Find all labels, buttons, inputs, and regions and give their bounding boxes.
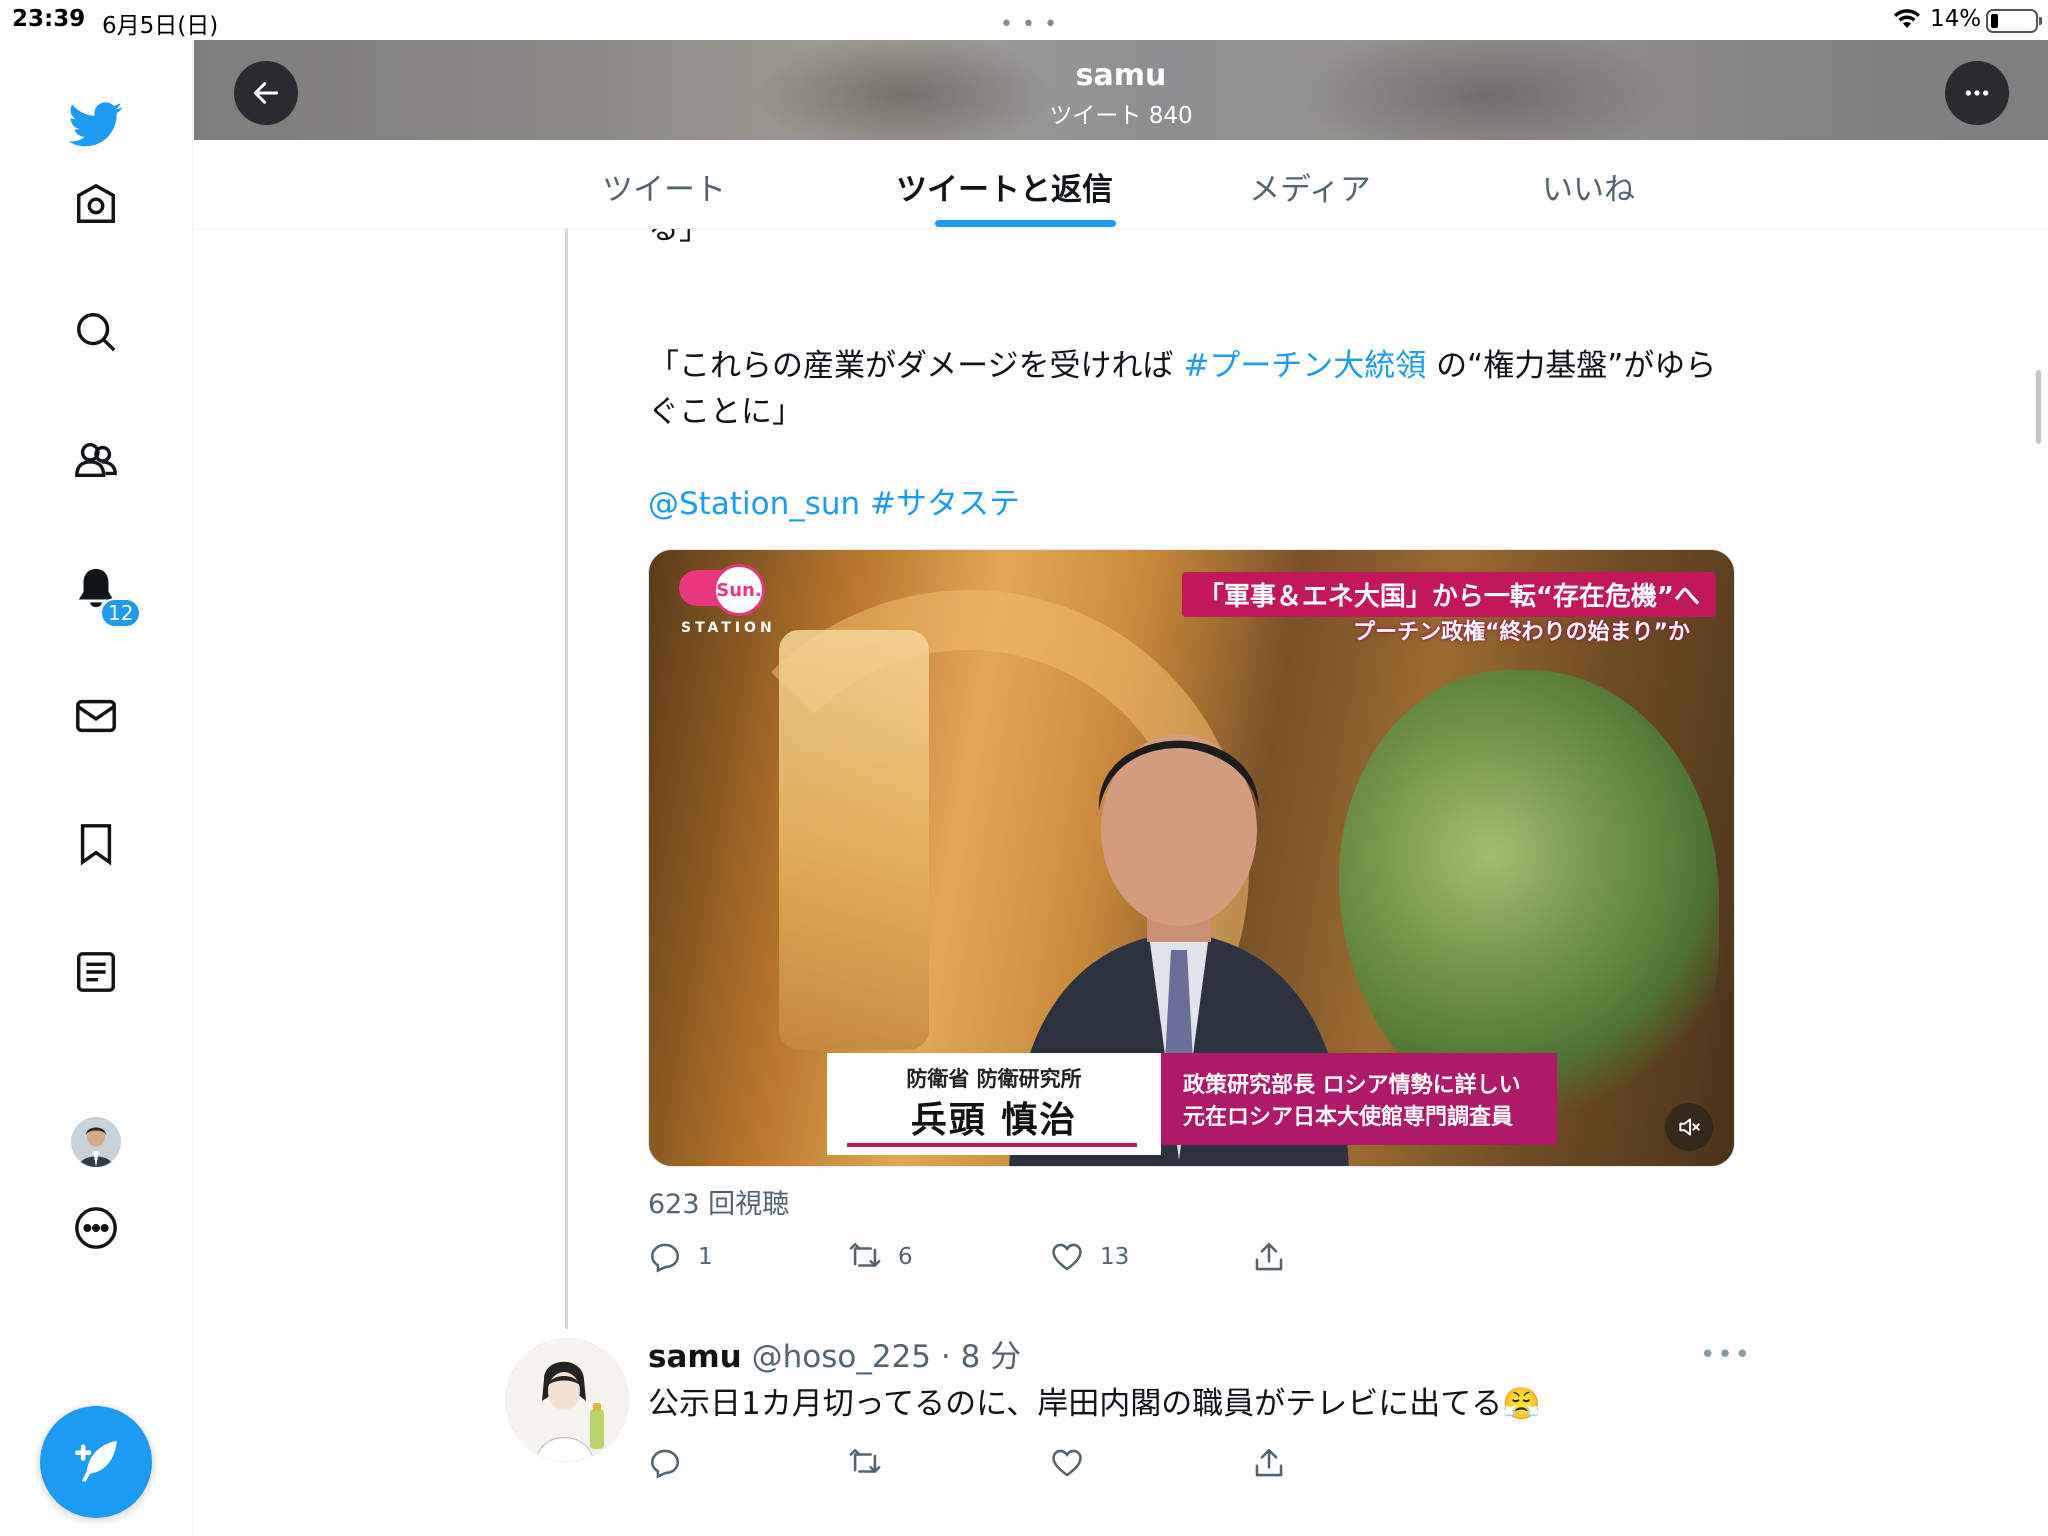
sun-station-logo: Sun. — [679, 564, 769, 616]
reply-icon — [650, 1449, 680, 1479]
reply-count: 1 — [698, 1244, 713, 1270]
speaker-title-caption: 政策研究部長 ロシア情勢に詳しい 元在ロシア日本大使館専門調査員 — [1161, 1053, 1557, 1145]
retweet-count: 6 — [898, 1244, 913, 1270]
wifi-icon — [1894, 9, 1920, 28]
reply-button[interactable]: 1 — [648, 1240, 713, 1274]
profile-tabs: ツイート ツイートと返信 メディア いいね — [194, 140, 2048, 229]
active-tab-indicator — [935, 220, 1116, 227]
share-icon — [1255, 1448, 1283, 1477]
lists-icon[interactable] — [62, 938, 130, 1006]
more-options-icon[interactable] — [62, 1194, 130, 1262]
twitter-logo-icon[interactable] — [62, 90, 130, 158]
speaker-nameplate: 防衛省 防衛研究所 兵頭 慎治 — [827, 1053, 1161, 1155]
battery-percent: 14% — [1930, 6, 1982, 32]
left-navigation: 12 — [0, 40, 193, 1536]
reply-tweet-text: 公示日1カ月切ってるのに、岸田内閣の職員がテレビに出てる😤 — [648, 1386, 1541, 1422]
station-logo-text: STATION — [681, 620, 776, 636]
mention-station-sun[interactable]: @Station_sun — [648, 486, 860, 522]
like-button[interactable]: 13 — [1050, 1240, 1129, 1274]
hashtag-putin[interactable]: #プーチン大統領 — [1183, 348, 1426, 384]
reply-button[interactable] — [648, 1446, 682, 1480]
status-time: 23:39 — [12, 6, 86, 32]
tweet-video[interactable]: Sun. STATION 「軍事＆エネ大国」から一転“存在危機”へ プーチン政権… — [648, 549, 1735, 1167]
video-headline: 「軍事＆エネ大国」から一転“存在危機”へ — [1181, 572, 1716, 617]
multitasking-dots[interactable]: • • • — [1000, 14, 1058, 36]
like-count: 13 — [1100, 1244, 1130, 1270]
profile-avatar[interactable] — [71, 1117, 121, 1167]
heart-icon — [1052, 1449, 1082, 1477]
tweet-actions: 1 6 13 — [648, 1240, 1648, 1280]
share-button[interactable] — [1252, 1240, 1286, 1274]
search-icon[interactable] — [62, 298, 130, 366]
tab-tweets-and-replies[interactable]: ツイートと返信 — [896, 164, 1113, 209]
communities-icon[interactable] — [62, 426, 130, 494]
tab-media[interactable]: メディア — [1249, 164, 1371, 209]
profile-header-bar: samu ツイート 840 — [194, 40, 2048, 140]
tab-tweets[interactable]: ツイート — [602, 164, 726, 209]
retweet-icon — [849, 1448, 881, 1473]
share-button[interactable] — [1252, 1446, 1286, 1480]
bookmarks-icon[interactable] — [62, 810, 130, 878]
profile-more-button[interactable] — [1945, 61, 2009, 125]
messages-icon[interactable] — [62, 682, 130, 750]
compose-tweet-button[interactable] — [40, 1406, 152, 1518]
tab-likes[interactable]: いいね — [1542, 164, 1635, 209]
reply-author-name[interactable]: samu — [648, 1339, 742, 1375]
compose-feather-icon — [75, 1441, 117, 1482]
reply-author-handle-time[interactable]: @hoso_225 · 8 分 — [752, 1339, 1022, 1375]
scroll-indicator[interactable] — [2036, 370, 2041, 444]
mute-button[interactable] — [1665, 1103, 1713, 1151]
reply-author-avatar[interactable] — [505, 1338, 629, 1462]
retweet-icon — [849, 1242, 881, 1267]
heart-icon — [1052, 1243, 1082, 1271]
like-button[interactable] — [1050, 1446, 1084, 1480]
notification-badge: 12 — [100, 598, 142, 628]
video-subheadline: プーチン政権“終わりの始まり”か — [1353, 620, 1690, 645]
ellipsis-icon — [1965, 90, 1989, 96]
tweet-count: ツイート 840 — [1049, 103, 1193, 129]
home-icon[interactable] — [62, 170, 130, 238]
thread-connector-line — [565, 229, 568, 1329]
share-icon — [1255, 1242, 1283, 1271]
view-count: 623 回視聴 — [648, 1189, 790, 1220]
tweet-text-links: @Station_sun #サタステ — [648, 481, 1738, 527]
status-bar: 23:39 6月5日(日) • • • 14% — [0, 0, 2048, 40]
status-date: 6月5日(日) — [102, 13, 219, 39]
tweet-text-quote: 「これらの産業がダメージを受ければ #プーチン大統領 の“権力基盤”がゆら ぐこ… — [648, 348, 1717, 430]
retweet-button[interactable] — [848, 1446, 882, 1480]
reply-header: samu @hoso_225 · 8 分 — [648, 1331, 1021, 1376]
battery-icon — [1986, 9, 2042, 33]
speaker-muted-icon — [1679, 1118, 1700, 1136]
reply-icon — [650, 1243, 680, 1273]
profile-name: samu — [1075, 58, 1167, 93]
hashtag-satasute[interactable]: #サタステ — [870, 486, 1020, 522]
reply-tweet-actions — [648, 1446, 1648, 1486]
retweet-button[interactable]: 6 — [848, 1240, 913, 1274]
reply-more-icon[interactable]: ••• — [1700, 1340, 1752, 1370]
